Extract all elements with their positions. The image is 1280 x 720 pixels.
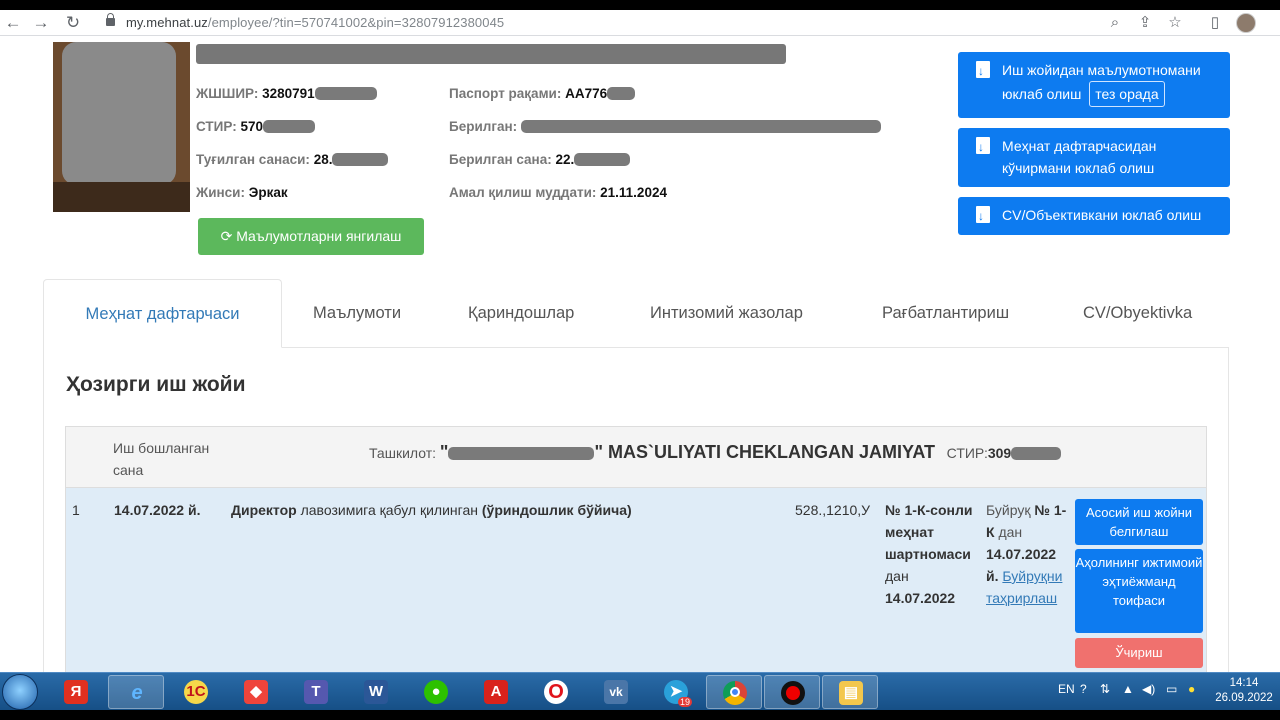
lock-icon [106, 13, 115, 26]
tab-workbook[interactable]: Меҳнат дафтарчаси [43, 279, 282, 348]
back-icon[interactable]: ← [2, 12, 24, 34]
issued-date-field: Берилган сана: 22. [449, 152, 631, 167]
windows-taskbar: Я e 1С ◆ T W ● A O vk ➤ 19 ▤ EN ? ⇅ ▲ ◀)… [0, 672, 1280, 710]
bottom-black-bar [0, 710, 1280, 720]
passport-field: Паспорт рақами: AA776 [449, 86, 636, 101]
table-header: Иш бошланган сана Ташкилот: " " MAS`ULIYA… [65, 426, 1207, 488]
telegram-badge: 19 [678, 697, 693, 707]
profile-avatar-icon[interactable] [1236, 13, 1256, 33]
tab-cv[interactable]: CV/Obyektivka [1083, 290, 1192, 336]
download-workplace-button[interactable]: Иш жойидан маълумотномани юклаб олиш тез… [958, 52, 1230, 118]
teams-icon[interactable]: T [288, 675, 344, 709]
tab-education[interactable]: Маълумоти [313, 290, 401, 336]
zoom-icon[interactable]: ⌕ [1104, 12, 1126, 34]
birth-date-field: Туғилган санаси: 28. [196, 152, 389, 167]
screen: ← → ↻ my.mehnat.uz/employee/?tin=5707410… [0, 0, 1280, 720]
side-panel-icon[interactable]: ▯ [1204, 12, 1226, 34]
share-icon[interactable]: ⇪ [1134, 12, 1156, 34]
tray-arrow-icon[interactable]: ▲ [1122, 682, 1134, 696]
1c-icon[interactable]: 1С [168, 675, 224, 709]
download-file-icon [976, 60, 990, 82]
organization-header: Ташкилот: " " MAS`ULIYATI CHEKLANGAN JAMI… [369, 441, 1062, 464]
organization-name: " MAS`ULIYATI CHEKLANGAN JAMIYAT [594, 442, 935, 462]
telegram-icon[interactable]: ➤ 19 [648, 675, 704, 709]
download-workbook-button[interactable]: Меҳнат дафтарчасидан кўчирмани юклаб оли… [958, 128, 1230, 187]
plus-icon[interactable]: ● [1188, 682, 1195, 696]
url-text[interactable]: my.mehnat.uz/employee/?tin=570741002&pin… [126, 15, 504, 30]
row-contract: № 1-К-сонли меҳнат шартномаси дан 14.07.… [885, 502, 973, 606]
set-main-workplace-button[interactable]: Асосий иш жойни белгилаш [1075, 499, 1203, 545]
photo-redaction [62, 42, 176, 185]
address-bar[interactable]: my.mehnat.uz/employee/?tin=570741002&pin… [98, 12, 1208, 34]
tab-disciplinary[interactable]: Интизомий жазолар [650, 290, 803, 336]
stir-field: СТИР: 570 [196, 119, 315, 134]
table-row: 1 14.07.2022 й. Директор лавозимига қабу… [65, 488, 1207, 678]
tab-rewards[interactable]: Рағбатлантириш [882, 290, 1009, 336]
yandex-icon[interactable]: Я [48, 675, 104, 709]
section-title: Ҳозирги иш жойи [66, 373, 246, 396]
row-date: 14.07.2022 й. [114, 502, 201, 518]
reload-icon[interactable]: ↻ [62, 12, 84, 34]
row-number: 1 [72, 502, 80, 518]
language-indicator[interactable]: EN [1058, 682, 1075, 696]
ie-icon[interactable]: e [108, 675, 164, 709]
recorder-icon[interactable] [764, 675, 820, 709]
valid-until-field: Амал қилиш муддати: 21.11.2024 [449, 185, 667, 200]
employee-name-redacted [196, 44, 786, 64]
employee-photo [53, 42, 190, 212]
wechat-icon[interactable]: ● [408, 675, 464, 709]
row-code: 528.,1210,У [795, 502, 871, 518]
gender-field: Жинси: Эркак [196, 185, 288, 200]
start-button[interactable] [2, 674, 38, 710]
acrobat-icon[interactable]: A [468, 675, 524, 709]
soon-badge: тез орада [1089, 81, 1165, 107]
browser-toolbar: ← → ↻ my.mehnat.uz/employee/?tin=5707410… [0, 10, 1280, 36]
system-clock[interactable]: 14:14 26.09.2022 [1212, 676, 1276, 706]
issued-by-field: Берилган: [449, 119, 881, 134]
bookmark-star-icon[interactable]: ☆ [1164, 12, 1186, 34]
vk-icon[interactable]: vk [588, 675, 644, 709]
chrome-icon[interactable] [706, 675, 762, 709]
forward-icon[interactable]: → [30, 12, 52, 34]
download-file-icon [976, 205, 990, 227]
opera-icon[interactable]: O [528, 675, 584, 709]
anydesk-icon[interactable]: ◆ [228, 675, 284, 709]
row-order: Буйруқ № 1-К дан 14.07.2022 й. Буйруқни … [986, 502, 1067, 606]
word-icon[interactable]: W [348, 675, 404, 709]
help-icon[interactable]: ? [1080, 682, 1087, 696]
refresh-data-button[interactable]: ⟳ Маълумотларни янгилаш [198, 218, 424, 255]
social-category-button[interactable]: Аҳолининг ижтимоий эҳтиёжманд тоифаси [1075, 549, 1203, 633]
tab-relatives[interactable]: Қариндошлар [468, 290, 574, 336]
refresh-icon: ⟳ [220, 228, 233, 244]
battery-icon[interactable]: ▭ [1166, 682, 1177, 696]
pinfl-field: ЖШШИР: 3280791 [196, 86, 377, 101]
explorer-icon[interactable]: ▤ [822, 675, 878, 709]
top-black-bar [0, 0, 1280, 10]
col-start-date: Иш бошланган сана [113, 440, 210, 478]
row-position: Директор лавозимига қабул қилинган (ўрин… [231, 502, 632, 518]
network-icon[interactable]: ⇅ [1100, 682, 1110, 696]
download-file-icon [976, 136, 990, 158]
download-cv-button[interactable]: CV/Объективкани юклаб олиш [958, 197, 1230, 235]
delete-button[interactable]: Ўчириш [1075, 638, 1203, 668]
volume-icon[interactable]: ◀) [1142, 682, 1155, 696]
